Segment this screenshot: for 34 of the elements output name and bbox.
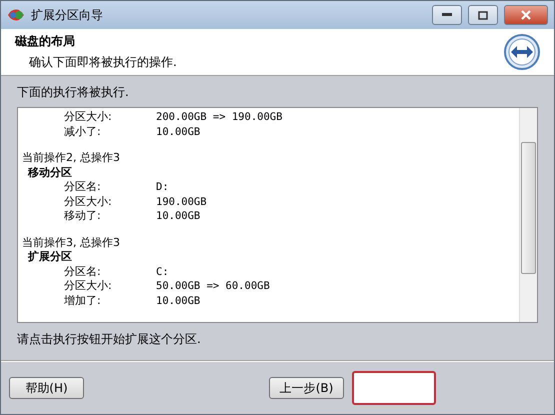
field-value: D:: [156, 180, 170, 194]
field-value: C:: [156, 264, 170, 279]
operation-name: 扩展分区: [26, 250, 73, 264]
field-label: 增加了:: [64, 294, 102, 308]
back-button[interactable]: 上一步(B): [269, 377, 344, 399]
minimize-button[interactable]: [432, 5, 462, 25]
field-label: 分区名:: [64, 264, 102, 279]
window-title: 扩展分区向导: [31, 6, 104, 24]
close-icon: [521, 10, 531, 20]
intro-text: 下面的执行将被执行.: [17, 84, 130, 101]
field-value: 10.00GB: [156, 294, 202, 308]
help-button[interactable]: 帮助(H): [9, 377, 84, 399]
field-value: 10.00GB: [156, 209, 202, 224]
operation-name: 移动分区: [26, 166, 73, 180]
page-title: 磁盘的布局: [15, 33, 76, 50]
field-label: 分区大小:: [64, 194, 113, 209]
scrollbar[interactable]: [519, 108, 537, 322]
highlighted-button[interactable]: [352, 371, 436, 405]
field-value: 190.00GB: [156, 194, 208, 209]
minimize-icon: [442, 13, 452, 17]
field-label: 减小了:: [64, 124, 102, 139]
close-button[interactable]: [504, 5, 548, 25]
field-label: 分区大小:: [64, 279, 113, 294]
app-icon: [7, 8, 25, 22]
field-value: 50.00GB => 60.00GB: [156, 279, 271, 294]
hint-text: 请点击执行按钮开始扩展这个分区.: [17, 331, 202, 348]
page-subtitle: 确认下面即将被执行的操作.: [29, 54, 177, 71]
field-label: 移动了:: [64, 209, 102, 224]
field-label: 分区大小:: [64, 110, 113, 124]
field-value: 10.00GB: [156, 124, 202, 139]
maximize-icon: [478, 10, 488, 20]
field-label: 分区名:: [64, 180, 102, 194]
field-value: 200.00GB => 190.00GB: [156, 110, 284, 124]
maximize-button[interactable]: [468, 5, 498, 25]
